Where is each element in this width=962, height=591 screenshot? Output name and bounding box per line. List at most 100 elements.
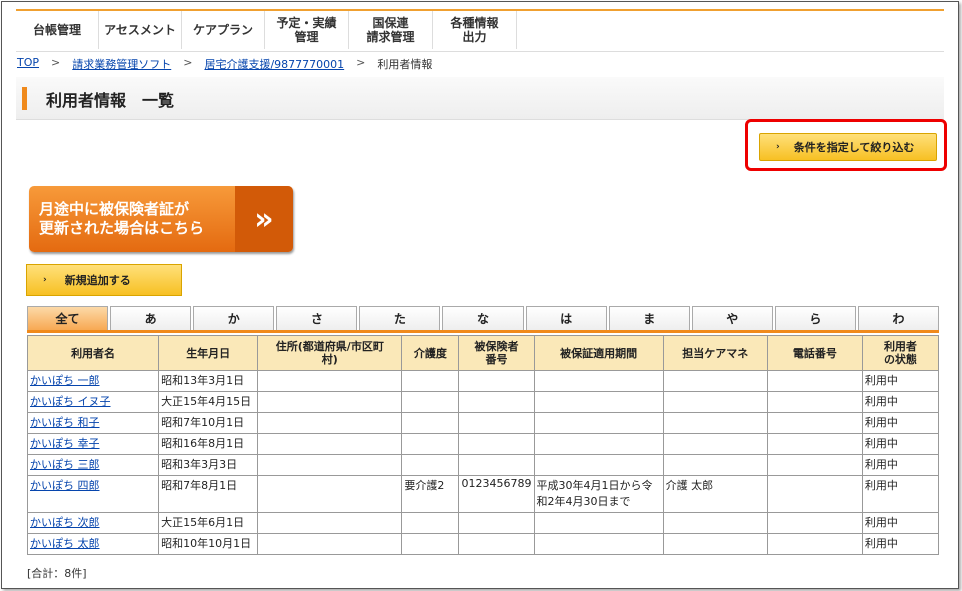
cell-name: かいぽち 四郎	[26, 475, 160, 513]
cell-period	[533, 412, 664, 434]
tab-ta[interactable]: た	[359, 306, 441, 330]
col-header-address: 住所(都道府県/市区町 村)	[257, 335, 403, 371]
cell-status: 利用中	[861, 412, 940, 434]
cell-care-manager	[662, 370, 768, 392]
user-table: 利用者名 生年月日 住所(都道府県/市区町 村) 介護度 被保険者 番号 被保証…	[26, 335, 940, 555]
cell-insured-number	[458, 391, 535, 413]
breadcrumb-separator: >	[356, 56, 366, 69]
table-row: かいぽち 一郎 昭和13年3月1日 利用中	[26, 370, 940, 392]
filter-button-label: 条件を指定して絞り込む	[793, 141, 915, 154]
cell-address	[257, 512, 403, 534]
tab-ma[interactable]: ま	[608, 306, 690, 330]
cell-phone	[766, 433, 863, 455]
tab-sa[interactable]: さ	[276, 306, 358, 330]
col-header-care-level: 介護度	[401, 335, 460, 371]
tab-ha[interactable]: は	[525, 306, 607, 330]
top-nav: 台帳管理 アセスメント ケアプラン 予定・実績 管理 国保連 請求管理 各種情報…	[16, 9, 944, 52]
cell-period: 平成30年4月1日から令和2年4月30日まで	[533, 475, 664, 513]
nav-kokuhoren[interactable]: 国保連 請求管理	[349, 11, 433, 49]
title-bar: 利用者情報 一覧	[16, 77, 944, 120]
user-name-link[interactable]: かいぽち 一郎	[30, 374, 100, 387]
table-row: かいぽち 太郎 昭和10年10月1日 利用中	[26, 533, 940, 555]
chevron-right-icon: ›	[43, 275, 47, 285]
breadcrumb-top-link[interactable]: TOP	[17, 56, 39, 72]
cell-phone	[766, 412, 863, 434]
cell-period	[533, 512, 664, 534]
col-header-name: 利用者名	[26, 335, 160, 371]
cell-care-level	[401, 533, 460, 555]
cell-birth: 昭和7年10月1日	[158, 412, 259, 434]
tab-all[interactable]: 全て	[27, 306, 109, 330]
col-header-care-manager: 担当ケアマネ	[662, 335, 768, 371]
cell-birth: 昭和10年10月1日	[158, 533, 259, 555]
add-new-label: 新規追加する	[64, 274, 131, 287]
cell-period	[533, 454, 664, 476]
table-row: かいぽち 三郎 昭和3年3月3日 利用中	[26, 454, 940, 476]
nav-schedule[interactable]: 予定・実績 管理	[265, 11, 349, 49]
page-title: 利用者情報 一覧	[46, 91, 175, 110]
window-frame: 台帳管理 アセスメント ケアプラン 予定・実績 管理 国保連 請求管理 各種情報…	[1, 1, 959, 589]
cell-name: かいぽち 三郎	[26, 454, 160, 476]
breadcrumb-office-link[interactable]: 居宅介護支援/9877770001	[204, 56, 344, 72]
cell-care-level	[401, 433, 460, 455]
cell-care-manager	[662, 433, 768, 455]
cell-care-level: 要介護2	[401, 475, 460, 513]
col-header-birth: 生年月日	[158, 335, 259, 371]
cell-care-level	[401, 370, 460, 392]
col-header-period: 被保証適用期間	[533, 335, 664, 371]
table-header-row: 利用者名 生年月日 住所(都道府県/市区町 村) 介護度 被保険者 番号 被保証…	[26, 335, 940, 371]
user-name-link[interactable]: かいぽち 太郎	[30, 537, 100, 550]
cell-birth: 大正15年6月1日	[158, 512, 259, 534]
user-name-link[interactable]: かいぽち 次郎	[30, 516, 100, 529]
tab-wa[interactable]: わ	[857, 306, 940, 330]
breadcrumb-separator: >	[51, 56, 61, 69]
cell-name: かいぽち イヌ子	[26, 391, 160, 413]
title-accent-bar	[22, 87, 27, 110]
cell-address	[257, 412, 403, 434]
cell-care-level	[401, 412, 460, 434]
cell-insured-number	[458, 533, 535, 555]
cell-care-manager: 介護 太郎	[662, 475, 768, 513]
cell-insured-number	[458, 454, 535, 476]
tab-a[interactable]: あ	[110, 306, 192, 330]
nav-careplan[interactable]: ケアプラン	[182, 11, 265, 49]
cell-period	[533, 391, 664, 413]
breadcrumb: TOP > 請求業務管理ソフト > 居宅介護支援/9877770001 > 利用…	[17, 56, 432, 72]
cell-address	[257, 533, 403, 555]
user-name-link[interactable]: かいぽち 三郎	[30, 458, 100, 471]
cell-name: かいぽち 和子	[26, 412, 160, 434]
tab-ya[interactable]: や	[691, 306, 773, 330]
nav-output[interactable]: 各種情報 出力	[433, 11, 517, 49]
cell-status: 利用中	[861, 433, 940, 455]
cell-status: 利用中	[861, 391, 940, 413]
user-name-link[interactable]: かいぽち 幸子	[30, 437, 100, 450]
filter-button[interactable]: › 条件を指定して絞り込む	[759, 133, 937, 161]
insurance-update-banner[interactable]: 月途中に被保険者証が 更新された場合はこちら »	[29, 186, 293, 252]
cell-name: かいぽち 一郎	[26, 370, 160, 392]
cell-insured-number	[458, 433, 535, 455]
cell-birth: 昭和3年3月3日	[158, 454, 259, 476]
cell-name: かいぽち 幸子	[26, 433, 160, 455]
cell-address	[257, 475, 403, 513]
nav-assessment[interactable]: アセスメント	[99, 11, 182, 49]
tab-ra[interactable]: ら	[774, 306, 856, 330]
user-name-link[interactable]: かいぽち イヌ子	[30, 395, 111, 408]
tab-ka[interactable]: か	[193, 306, 275, 330]
cell-status: 利用中	[861, 533, 940, 555]
cell-name: かいぽち 太郎	[26, 533, 160, 555]
user-name-link[interactable]: かいぽち 和子	[30, 416, 100, 429]
cell-care-level	[401, 512, 460, 534]
cell-status: 利用中	[861, 475, 940, 513]
table-row: かいぽち 四郎 昭和7年8月1日 要介護2 0123456789 平成30年4月…	[26, 475, 940, 513]
cell-care-level	[401, 454, 460, 476]
tab-na[interactable]: な	[442, 306, 524, 330]
table-row: かいぽち 次郎 大正15年6月1日 利用中	[26, 512, 940, 534]
cell-insured-number	[458, 412, 535, 434]
cell-care-level	[401, 391, 460, 413]
nav-ledger[interactable]: 台帳管理	[16, 11, 99, 49]
cell-period	[533, 533, 664, 555]
add-new-button[interactable]: › 新規追加する	[26, 264, 182, 296]
breadcrumb-current: 利用者情報	[377, 58, 433, 71]
user-name-link[interactable]: かいぽち 四郎	[30, 479, 100, 492]
breadcrumb-software-link[interactable]: 請求業務管理ソフト	[72, 56, 171, 72]
